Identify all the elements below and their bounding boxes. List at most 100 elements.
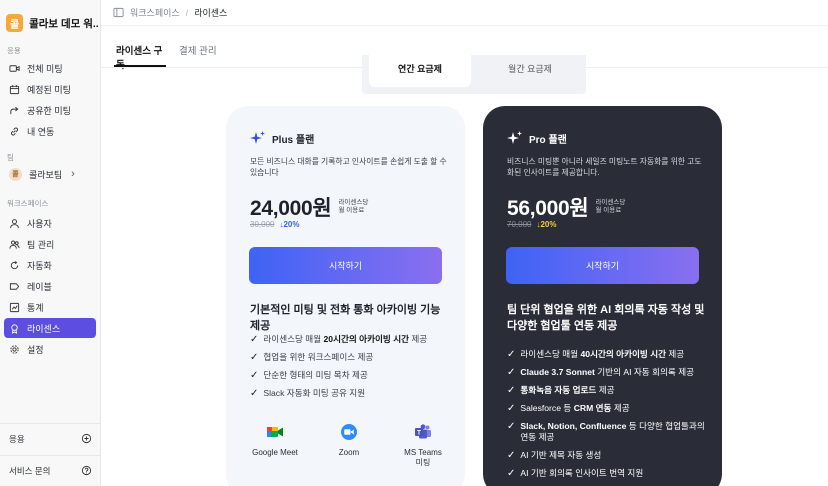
breadcrumb-current: 라이센스 bbox=[194, 8, 228, 18]
section-label-workspace: 워크스페이스 bbox=[7, 199, 49, 208]
integration-zoom: Zoom bbox=[318, 423, 380, 468]
sidebar-item-shared-meetings[interactable]: 공유한 미팅 bbox=[4, 100, 96, 120]
chevron-right-icon: › bbox=[71, 168, 75, 180]
check-icon: ✓ bbox=[507, 349, 516, 360]
start-button[interactable]: 시작하기 bbox=[249, 247, 442, 284]
plan-price: 56,000원 bbox=[507, 197, 589, 220]
price-unit: 라이센스당 월 이용료 bbox=[595, 199, 625, 215]
sidebar-item-labels[interactable]: 레이블 bbox=[4, 276, 96, 296]
check-icon: ✓ bbox=[507, 468, 516, 479]
list-item: ✓ Claude 3.7 Sonnet 기반의 AI 자동 회의록 제공 bbox=[507, 367, 695, 378]
sidebar-item-label: 전체 미팅 bbox=[27, 63, 63, 74]
sidebar-item-team[interactable]: 콜 콜라보팀 › bbox=[4, 164, 96, 184]
integration-ms-teams: T MS Teams 미팅 bbox=[392, 423, 454, 468]
plan-price: 24,000원 bbox=[250, 197, 332, 220]
sidebar-item-stats[interactable]: 통계 bbox=[4, 297, 96, 317]
integration-label: MS Teams 미팅 bbox=[404, 448, 442, 467]
monthly-plan-option[interactable]: 월간 요금제 bbox=[480, 55, 580, 87]
link-icon bbox=[11, 127, 18, 135]
list-item: ✓ 단순한 형태의 미팅 목차 제공 bbox=[250, 370, 368, 381]
calendar-icon bbox=[9, 84, 20, 94]
list-item: ✓ 라이센스당 매월 20시간의 아카이빙 시간 제공 bbox=[250, 334, 428, 345]
sidebar-item-team-management[interactable]: 팀 관리 bbox=[4, 234, 96, 254]
feature-list: ✓ 라이센스당 매월 40시간의 아카이빙 시간 제공 ✓ Claude 3.7 S… bbox=[507, 349, 712, 486]
list-item: ✓ AI 기반 제목 자동 생성 bbox=[507, 450, 602, 461]
sidebar-item-all-meetings[interactable]: 전체 미팅 bbox=[4, 58, 96, 78]
list-item: ✓ Slack, Notion, Confluence 등 다양한 협업툴과의 연… bbox=[507, 421, 705, 442]
label-icon bbox=[9, 282, 20, 290]
gear-icon bbox=[10, 344, 19, 354]
feature-title: 기본적인 미팅 및 전화 통화 아카이빙 기능 제공 bbox=[250, 304, 441, 332]
discount-row: 30,000 ↓20% bbox=[250, 220, 299, 229]
pro-plan-card: Pro 플랜 비즈니스 미팅뿐 아니라 세일즈 미팅노트 자동화를 위한 고도화… bbox=[483, 106, 722, 486]
sidebar-item-label: 공유한 미팅 bbox=[27, 105, 71, 116]
check-icon: ✓ bbox=[507, 421, 516, 432]
discount-badge: ↓20% bbox=[536, 220, 557, 229]
check-icon: ✓ bbox=[507, 403, 516, 414]
ms-teams-icon: T bbox=[415, 424, 431, 439]
workspace-name: 콜라보 데모 워... bbox=[29, 17, 98, 30]
check-icon: ✓ bbox=[250, 370, 259, 381]
svg-text:T: T bbox=[417, 429, 421, 436]
annual-plan-option[interactable]: 연간 요금제 bbox=[369, 55, 471, 87]
plus-circle-icon bbox=[81, 433, 92, 444]
user-icon bbox=[10, 218, 19, 228]
integration-label: Google Meet bbox=[252, 448, 298, 457]
start-button[interactable]: 시작하기 bbox=[506, 247, 699, 284]
sidebar-item-my-integrations[interactable]: 내 연동 bbox=[4, 121, 96, 141]
price-unit-line1: 라이센스당 bbox=[338, 199, 369, 206]
sidebar-item-settings[interactable]: 설정 bbox=[4, 339, 96, 359]
plan-description: 비즈니스 미팅뿐 아니라 세일즈 미팅노트 자동화를 위한 고도화된 인사이트를… bbox=[507, 157, 702, 177]
original-price: 30,000 bbox=[250, 220, 275, 229]
discount-badge: ↓20% bbox=[279, 220, 300, 229]
sidebar-item-license[interactable]: 라이센스 bbox=[4, 318, 96, 338]
share-icon bbox=[10, 106, 19, 114]
support-label: 서비스 문의 bbox=[9, 465, 51, 476]
plan-name: Pro 플랜 bbox=[529, 134, 567, 146]
zoom-icon bbox=[341, 424, 357, 440]
integrations-row: Google Meet Zoom T MS Teams 미팅 bbox=[244, 423, 454, 468]
breadcrumb-separator: / bbox=[185, 7, 189, 18]
tab-billing[interactable]: 결제 관리 bbox=[179, 43, 217, 67]
plan-header: Plus 플랜 bbox=[250, 130, 314, 146]
original-price: 70,000 bbox=[507, 220, 532, 229]
tab-license-subscription[interactable]: 라이센스 구독 bbox=[114, 43, 166, 71]
sidebar-item-label: 자동화 bbox=[27, 260, 52, 271]
price-row: 56,000원 라이센스당 월 이용료 bbox=[507, 192, 625, 222]
plan-name: Plus 플랜 bbox=[272, 134, 315, 146]
sidebar: 콜 콜라보 데모 워... 응용 전체 미팅 예정된 미팅 공유한 미팅 내 연… bbox=[0, 0, 101, 486]
check-icon: ✓ bbox=[250, 334, 259, 345]
sidebar-item-label: 설정 bbox=[27, 344, 44, 355]
usage-label: 응용 bbox=[9, 433, 25, 444]
plan-description: 모든 비즈니스 대화를 기록하고 인사이트를 손쉽게 도출 할 수 있습니다 bbox=[250, 157, 447, 177]
help-icon bbox=[81, 465, 92, 476]
sidebar-support-row[interactable]: 서비스 문의 bbox=[0, 455, 101, 485]
billing-period-toggle: 연간 요금제 월간 요금제 bbox=[362, 55, 586, 94]
sparkle-icon bbox=[250, 131, 265, 144]
sidebar-item-label: 사용자 bbox=[27, 218, 52, 229]
discount-row: 70,000 ↓20% bbox=[507, 220, 556, 229]
team-avatar: 콜 bbox=[9, 167, 22, 181]
breadcrumb-workspace[interactable]: 워크스페이스 bbox=[130, 6, 180, 19]
sidebar-item-users[interactable]: 사용자 bbox=[4, 213, 96, 233]
check-icon: ✓ bbox=[250, 388, 259, 399]
check-icon: ✓ bbox=[507, 385, 516, 396]
workspace-logo: 콜 bbox=[6, 14, 24, 32]
price-unit: 라이센스당 월 이용료 bbox=[338, 199, 368, 215]
sidebar-item-label: 내 연동 bbox=[27, 126, 55, 137]
video-icon bbox=[9, 64, 20, 72]
sidebar-item-label: 팀 관리 bbox=[27, 239, 55, 250]
sidebar-item-scheduled-meetings[interactable]: 예정된 미팅 bbox=[4, 79, 96, 99]
sidebar-usage-row[interactable]: 응용 bbox=[0, 423, 101, 453]
feature-list: ✓ 라이센스당 매월 20시간의 아카이빙 시간 제공 ✓ 협업을 위한 워크스페이… bbox=[250, 334, 455, 406]
list-item: ✓ 통화녹음 자동 업로드 제공 bbox=[507, 385, 615, 396]
check-icon: ✓ bbox=[507, 367, 516, 378]
list-item: ✓ AI 기반 회의록 인사이트 번역 지원 bbox=[507, 468, 644, 479]
plan-header: Pro 플랜 bbox=[507, 130, 567, 146]
team-icon bbox=[9, 240, 20, 249]
sidebar-toggle-icon[interactable] bbox=[113, 7, 124, 18]
list-item: ✓ 라이센스당 매월 40시간의 아카이빙 시간 제공 bbox=[507, 349, 685, 360]
price-unit-line2: 월 이용료 bbox=[338, 207, 365, 214]
sidebar-item-automation[interactable]: 자동화 bbox=[4, 255, 96, 275]
workspace-switcher[interactable]: 콜 콜라보 데모 워... bbox=[6, 12, 98, 34]
